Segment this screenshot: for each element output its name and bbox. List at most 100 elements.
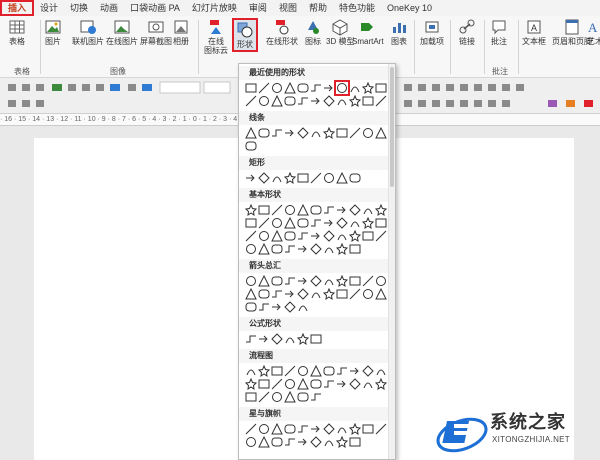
shape-item-icon[interactable]: [362, 275, 374, 287]
shape-item-icon[interactable]: [297, 423, 309, 435]
icons-button[interactable]: 图标: [304, 18, 322, 46]
shape-item-icon[interactable]: [323, 95, 335, 107]
shape-item-icon[interactable]: [258, 172, 270, 184]
shape-item-icon[interactable]: [310, 423, 322, 435]
shape-item-icon[interactable]: [258, 230, 270, 242]
shape-item-icon[interactable]: [258, 378, 270, 390]
scrollbar-thumb[interactable]: [390, 67, 394, 187]
shape-item-icon[interactable]: [297, 203, 309, 216]
online-button[interactable]: 在线 图标云: [204, 18, 228, 55]
shape-item-icon[interactable]: [297, 217, 309, 229]
shape-item-icon[interactable]: [258, 391, 270, 403]
shape-item-icon[interactable]: [271, 422, 283, 435]
shape-item-icon[interactable]: [323, 436, 335, 448]
shape-item-icon[interactable]: [323, 172, 335, 184]
shape-item-icon[interactable]: [322, 126, 336, 140]
shape-item-icon[interactable]: [375, 82, 387, 94]
shape-item-icon[interactable]: [375, 365, 387, 377]
shape-item-icon[interactable]: [258, 435, 270, 448]
shape-item-icon[interactable]: [323, 243, 335, 255]
shape-item-icon[interactable]: [244, 203, 258, 217]
shape-item-icon[interactable]: [297, 95, 309, 107]
addins-button[interactable]: 加载项: [420, 18, 444, 46]
shape-item-icon[interactable]: [271, 391, 283, 403]
shape-item-icon[interactable]: [310, 172, 322, 184]
tab-1[interactable]: 设计: [34, 0, 64, 16]
shape-item-icon[interactable]: [323, 365, 335, 377]
shape-item-icon[interactable]: [271, 204, 283, 216]
tab-3[interactable]: 动画: [94, 0, 124, 16]
shape-item-icon[interactable]: [258, 333, 270, 345]
shape-item-icon[interactable]: [322, 287, 336, 301]
shape-item-icon[interactable]: [310, 243, 322, 255]
shape-item-icon[interactable]: [271, 243, 283, 255]
shape-item-icon[interactable]: [375, 95, 387, 107]
shape-item-icon[interactable]: [271, 229, 283, 242]
shape-item-icon[interactable]: [374, 377, 388, 391]
shape-item-icon[interactable]: [310, 95, 322, 107]
online-shapes-button[interactable]: 在线形状: [266, 18, 298, 46]
shape-item-icon[interactable]: [245, 287, 257, 300]
shape-item-icon[interactable]: [297, 243, 309, 255]
shape-item-icon[interactable]: [245, 95, 257, 107]
shape-item-icon[interactable]: [349, 288, 361, 300]
shape-item-icon[interactable]: [271, 94, 283, 107]
shape-item-icon[interactable]: [297, 127, 309, 139]
shape-item-icon[interactable]: [297, 288, 309, 300]
tab-2[interactable]: 切换: [64, 0, 94, 16]
shape-item-icon[interactable]: [245, 126, 257, 139]
shape-item-icon[interactable]: [271, 436, 283, 448]
shape-item-icon[interactable]: [245, 230, 257, 242]
shape-item-icon[interactable]: [271, 378, 283, 390]
shape-item-icon[interactable]: [310, 204, 322, 216]
shape-item-icon[interactable]: [245, 172, 257, 184]
shape-item-icon[interactable]: [297, 230, 309, 242]
shape-item-icon[interactable]: [271, 127, 283, 139]
shape-item-icon[interactable]: [336, 378, 348, 390]
shape-item-icon[interactable]: [362, 127, 374, 139]
shape-item-icon[interactable]: [323, 82, 335, 94]
shape-item-icon[interactable]: [349, 82, 361, 94]
shape-item-icon[interactable]: [258, 204, 270, 216]
table-button[interactable]: 表格: [8, 18, 26, 46]
shape-item-icon[interactable]: [335, 242, 349, 256]
shape-item-icon[interactable]: [284, 390, 296, 403]
textbox-button[interactable]: A 文本框: [522, 18, 546, 46]
shape-item-icon[interactable]: [284, 81, 296, 94]
shape-item-icon[interactable]: [284, 378, 296, 390]
shape-item-icon[interactable]: [258, 217, 270, 229]
shape-item-icon[interactable]: [258, 274, 270, 287]
shape-item-icon[interactable]: [336, 288, 348, 300]
online-picture-button[interactable]: 联机图片: [72, 18, 104, 46]
shape-item-icon[interactable]: [374, 203, 388, 217]
shape-item-icon[interactable]: [284, 333, 296, 345]
shape-item-icon[interactable]: [284, 243, 296, 255]
shape-item-icon[interactable]: [297, 377, 309, 390]
shape-item-icon[interactable]: [245, 243, 257, 255]
shape-item-icon[interactable]: [349, 365, 361, 377]
shape-item-icon[interactable]: [310, 127, 322, 139]
shape-item-icon[interactable]: [271, 288, 283, 300]
tab-8[interactable]: 帮助: [303, 0, 333, 16]
shape-item-icon[interactable]: [284, 95, 296, 107]
shape-item-icon[interactable]: [284, 275, 296, 287]
shape-item-icon[interactable]: [297, 172, 309, 184]
shape-item-icon[interactable]: [362, 288, 374, 300]
shape-item-icon[interactable]: [284, 288, 296, 300]
shape-item-icon[interactable]: [375, 275, 387, 287]
shape-item-icon[interactable]: [258, 127, 270, 139]
shape-item-icon[interactable]: [310, 82, 322, 94]
shape-item-icon[interactable]: [258, 423, 270, 435]
shape-item-icon[interactable]: [284, 230, 296, 242]
wordart-button[interactable]: A 艺术: [586, 18, 600, 46]
shape-item-icon[interactable]: [323, 423, 335, 435]
shape-item-icon[interactable]: [336, 217, 348, 229]
shape-item-icon[interactable]: [271, 172, 283, 184]
shape-item-icon[interactable]: [348, 94, 362, 108]
shape-item-icon[interactable]: [349, 127, 361, 139]
shape-item-icon[interactable]: [323, 217, 335, 229]
shapes-button[interactable]: 形状: [232, 18, 258, 52]
shape-item-icon[interactable]: [296, 332, 310, 346]
shape-item-icon[interactable]: [284, 436, 296, 448]
shape-item-icon[interactable]: [284, 365, 296, 377]
